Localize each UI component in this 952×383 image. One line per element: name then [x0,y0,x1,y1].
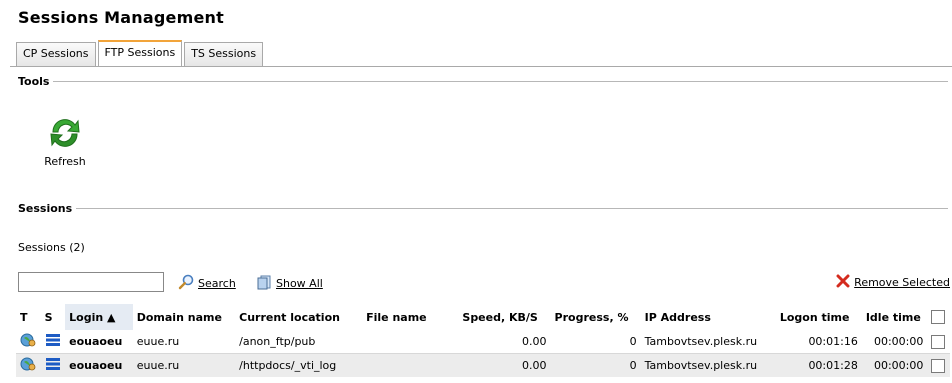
show-all-label: Show All [276,277,323,290]
column-header-location[interactable]: Current location [235,304,363,330]
column-header-domain[interactable]: Domain name [132,304,236,330]
column-header-status[interactable]: S [40,304,66,330]
sessions-section-header: Sessions [18,202,948,215]
column-header-speed[interactable]: Speed, KB/S [458,304,551,330]
column-header-idle[interactable]: Idle time [861,304,928,330]
refresh-label: Refresh [44,155,86,168]
tab-bar: CP Sessions FTP Sessions TS Sessions [16,40,265,67]
select-all-header [927,304,950,330]
login-cell[interactable]: eouaoeu [65,330,133,353]
progress-cell: 0 [550,354,641,377]
search-input[interactable] [18,272,164,292]
logon-time-cell: 00:01:28 [775,354,862,377]
refresh-button[interactable]: Refresh [40,116,90,168]
tab-underline [10,66,952,67]
tools-heading: Tools [18,75,50,88]
page-title: Sessions Management [18,8,224,27]
tab-ts-sessions[interactable]: TS Sessions [184,42,264,66]
ftp-user-icon [20,357,36,375]
select-all-checkbox[interactable] [931,310,946,324]
table-header-row: T S Login ▲ Domain name Current location… [16,304,950,330]
speed-cell: 0.00 [458,330,551,353]
speed-cell: 0.00 [458,354,551,377]
sessions-table: T S Login ▲ Domain name Current location… [16,304,950,377]
row-checkbox[interactable] [931,358,946,373]
file-cell [362,354,459,377]
idle-time-cell: 00:00:00 [861,354,928,377]
tools-divider [53,81,948,82]
domain-cell: euue.ru [132,354,236,377]
file-cell [362,330,459,353]
column-header-progress[interactable]: Progress, % [550,304,641,330]
sessions-divider [76,208,948,209]
logon-time-cell: 00:01:16 [775,330,862,353]
sessions-heading: Sessions [18,202,73,215]
type-cell [16,354,41,377]
ip-cell: Tambovtsev.plesk.ru [640,354,776,377]
column-header-type[interactable]: T [16,304,41,330]
location-cell: /httpdocs/_vti_log [235,354,363,377]
remove-selected-button[interactable]: Remove Selected [836,274,950,291]
login-cell[interactable]: eouaoeu [65,354,133,377]
type-cell [16,330,41,353]
ip-cell: Tambovtsev.plesk.ru [640,330,776,353]
active-session-icon [45,358,61,374]
row-checkbox[interactable] [931,334,946,349]
tab-ftp-sessions[interactable]: FTP Sessions [97,40,183,67]
remove-icon [836,274,850,291]
table-row: eouaoeu euue.ru /anon_ftp/pub 0.00 0 Tam… [16,330,950,353]
row-select-cell [927,354,950,377]
column-header-ip[interactable]: IP Address [640,304,776,330]
idle-time-cell: 00:00:00 [861,330,928,353]
remove-selected-label: Remove Selected [854,276,950,289]
search-icon [178,274,194,293]
active-session-icon [45,334,61,350]
search-button[interactable]: Search [178,274,236,293]
search-toolbar: Search Show All Remove Selected [18,272,950,294]
table-row: eouaoeu euue.ru /httpdocs/_vti_log 0.00 … [16,354,950,377]
domain-cell: euue.ru [132,330,236,353]
status-cell [40,330,66,353]
column-header-login[interactable]: Login ▲ [65,304,133,330]
location-cell: /anon_ftp/pub [235,330,363,353]
progress-cell: 0 [550,330,641,353]
row-select-cell [927,330,950,353]
ftp-user-icon [20,333,36,351]
tools-section-header: Tools [18,75,948,88]
sessions-count: Sessions (2) [18,241,85,254]
tab-cp-sessions[interactable]: CP Sessions [16,42,96,66]
refresh-icon [40,116,90,150]
column-header-logon[interactable]: Logon time [775,304,862,330]
search-label: Search [198,277,236,290]
column-header-file[interactable]: File name [362,304,459,330]
show-all-icon [256,274,272,293]
show-all-button[interactable]: Show All [256,274,323,293]
status-cell [40,354,66,377]
